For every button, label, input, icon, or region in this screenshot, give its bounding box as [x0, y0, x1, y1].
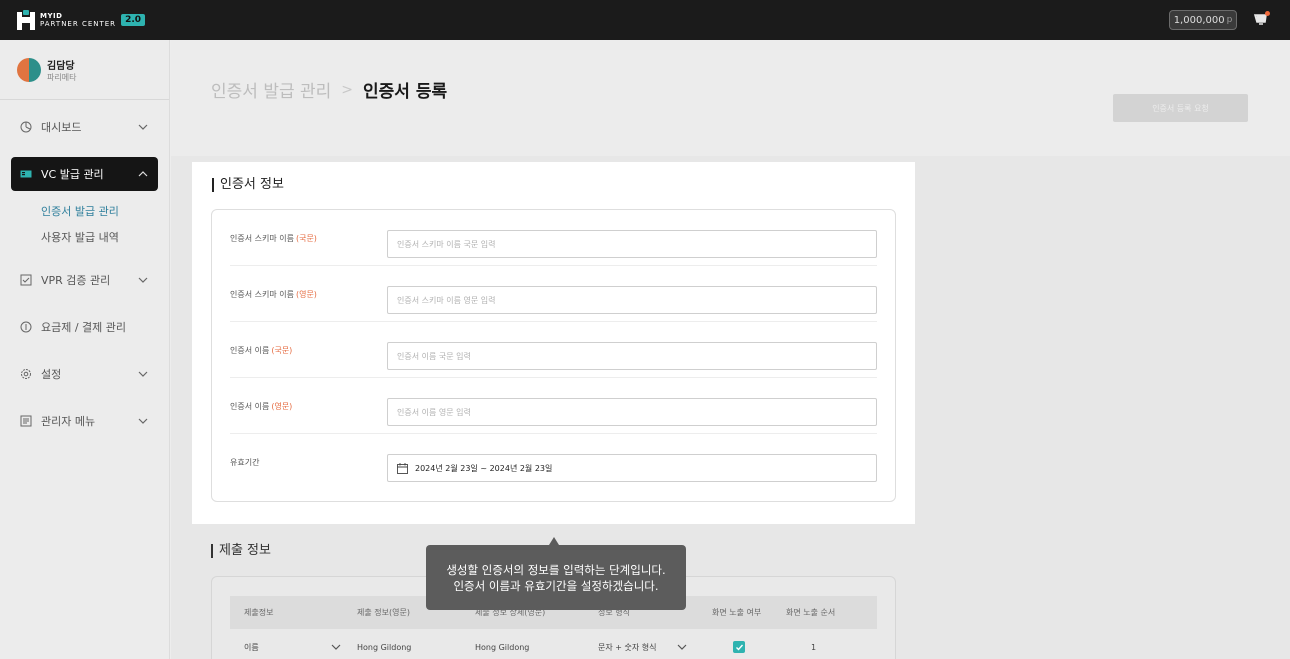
chevron-up-icon: [138, 171, 148, 177]
certificate-name-english-input[interactable]: 인증서 이름 영문 입력: [387, 398, 877, 426]
tooltip-arrow: [549, 537, 559, 545]
schema-name-korean-input[interactable]: 인증서 스키마 이름 국문 입력: [387, 230, 877, 258]
checkbox-icon: [20, 274, 32, 286]
points-unit: p: [1226, 15, 1233, 25]
chevron-down-icon[interactable]: [330, 641, 342, 653]
field-label: 인증서 이름 (영문): [230, 401, 293, 411]
sidebar-item-settings[interactable]: 설정: [11, 357, 158, 391]
sidebar-item-label: VC 발급 관리: [41, 168, 104, 181]
visible-checkbox[interactable]: [733, 635, 745, 659]
page-header: 인증서 발급 관리 > 인증서 등록 인증서 등록 요청: [171, 40, 1290, 156]
tooltip-line1: 생성할 인증서의 정보를 입력하는 단계입니다.: [446, 562, 666, 577]
top-bar: MYID PARTNER CENTER 2.0 1,000,000 p: [0, 0, 1290, 40]
notification-bell-icon[interactable]: [1253, 11, 1270, 28]
field-label: 인증서 스키마 이름 (영문): [230, 289, 317, 299]
sidebar-item-dashboard[interactable]: 대시보드: [11, 110, 158, 144]
chevron-down-icon[interactable]: [676, 641, 688, 653]
avatar: [17, 57, 41, 82]
breadcrumb-separator-icon: >: [341, 81, 354, 98]
sidebar-item-label: 관리자 메뉴: [41, 415, 96, 428]
form-row: 유효기간 2024년 2월 23일 ~ 2024년 2월 23일: [230, 434, 877, 490]
logo[interactable]: MYID PARTNER CENTER 2.0: [17, 8, 146, 32]
notification-dot: [1265, 11, 1270, 16]
sidebar-item-vc-issuance[interactable]: VC 발급 관리: [11, 157, 158, 191]
subnav-item-certificate-issuance[interactable]: 인증서 발급 관리: [41, 199, 169, 225]
sidebar-subnav: 인증서 발급 관리 사용자 발급 내역: [41, 199, 169, 251]
points-badge[interactable]: 1,000,000 p: [1169, 10, 1237, 30]
table-row: 이름 Hong Gildong Hong Gildong 문자 + 숫자 형식 …: [230, 635, 877, 659]
column-header: 제출 정보(영문): [357, 608, 410, 617]
form-row: 인증서 스키마 이름 (영문) 인증서 스키마 이름 영문 입력: [230, 266, 877, 322]
chevron-down-icon: [138, 277, 148, 283]
sidebar-nav: 대시보드 VC 발급 관리 인증서 발급 관리 사용자 발급 내역 VPR 검증…: [0, 100, 169, 438]
field-label: 유효기간: [230, 457, 260, 467]
chevron-down-icon: [138, 371, 148, 377]
english-field-value[interactable]: Hong Gildong: [357, 635, 411, 659]
version-badge: 2.0: [121, 14, 146, 26]
form-row: 인증서 스키마 이름 (국문) 인증서 스키마 이름 국문 입력: [230, 210, 877, 266]
language-tag: (국문): [271, 345, 293, 355]
submission-section-title: 제출 정보: [211, 544, 271, 558]
list-icon: [20, 415, 32, 427]
logo-line2: PARTNER CENTER: [40, 20, 117, 28]
field-label: 인증서 스키마 이름 (국문): [230, 233, 317, 243]
sidebar-item-label: 요금제 / 결제 관리: [41, 321, 127, 334]
certificate-name-korean-input[interactable]: 인증서 이름 국문 입력: [387, 342, 877, 370]
form-row: 인증서 이름 (영문) 인증서 이름 영문 입력: [230, 378, 877, 434]
logo-mark-icon: [17, 10, 35, 30]
schema-name-english-input[interactable]: 인증서 스키마 이름 영문 입력: [387, 286, 877, 314]
sidebar-item-label: 대시보드: [41, 121, 82, 134]
sidebar-item-label: VPR 검증 관리: [41, 274, 111, 287]
certificate-section-title: 인증서 정보: [212, 178, 284, 192]
sidebar-item-admin-menu[interactable]: 관리자 메뉴: [11, 404, 158, 438]
profile-role: 파리메타: [47, 72, 77, 82]
breadcrumb-parent[interactable]: 인증서 발급 관리: [211, 77, 331, 102]
breadcrumb: 인증서 발급 관리 > 인증서 등록: [211, 77, 448, 103]
validity-date-range-input[interactable]: 2024년 2월 23일 ~ 2024년 2월 23일: [387, 454, 877, 482]
subnav-item-user-issuance-history[interactable]: 사용자 발급 내역: [41, 225, 169, 251]
language-tag: (영문): [271, 401, 293, 411]
id-card-icon: [20, 170, 32, 178]
format-select[interactable]: 문자 + 숫자 형식: [598, 635, 657, 659]
chevron-down-icon: [138, 418, 148, 424]
display-order: 1: [811, 642, 817, 652]
tooltip-line2: 인증서 이름과 유효기간을 설정하겠습니다.: [453, 578, 659, 593]
dashboard-icon: [20, 121, 32, 133]
sidebar-item-billing[interactable]: 요금제 / 결제 관리: [11, 310, 158, 344]
column-header: 화면 노출 여부: [712, 608, 762, 617]
field-select[interactable]: 이름: [244, 635, 259, 659]
coin-icon: [20, 321, 32, 333]
gear-icon: [21, 369, 31, 379]
calendar-icon: [397, 462, 408, 474]
language-tag: (국문): [295, 233, 317, 243]
sidebar-item-label: 설정: [41, 368, 62, 381]
chevron-down-icon: [138, 124, 148, 130]
english-detail-value[interactable]: Hong Gildong: [475, 635, 529, 659]
validity-value: 2024년 2월 23일 ~ 2024년 2월 23일: [415, 463, 553, 473]
register-request-button[interactable]: 인증서 등록 요청: [1113, 94, 1248, 122]
profile[interactable]: 김담당 파리메타: [0, 40, 169, 100]
column-header: 화면 노출 순서: [786, 608, 836, 617]
guide-tooltip: 생성할 인증서의 정보를 입력하는 단계입니다. 인증서 이름과 유효기간을 설…: [426, 545, 686, 610]
points-value: 1,000,000: [1173, 14, 1225, 26]
language-tag: (영문): [295, 289, 317, 299]
logo-line1: MYID: [40, 12, 63, 20]
check-icon: [733, 641, 745, 653]
profile-name: 김담당: [47, 60, 75, 72]
page-title: 인증서 등록: [363, 82, 448, 102]
certificate-form: 인증서 스키마 이름 (국문) 인증서 스키마 이름 국문 입력 인증서 스키마…: [211, 209, 896, 502]
sidebar: 김담당 파리메타 대시보드 VC 발급 관리 인증서 발급 관리 사용자 발급 …: [0, 40, 170, 659]
certificate-info-card: 인증서 정보 인증서 스키마 이름 (국문) 인증서 스키마 이름 국문 입력 …: [192, 162, 915, 524]
sidebar-item-vpr[interactable]: VPR 검증 관리: [11, 263, 158, 297]
column-header: 제출정보: [244, 608, 274, 617]
form-row: 인증서 이름 (국문) 인증서 이름 국문 입력: [230, 322, 877, 378]
field-label: 인증서 이름 (국문): [230, 345, 293, 355]
